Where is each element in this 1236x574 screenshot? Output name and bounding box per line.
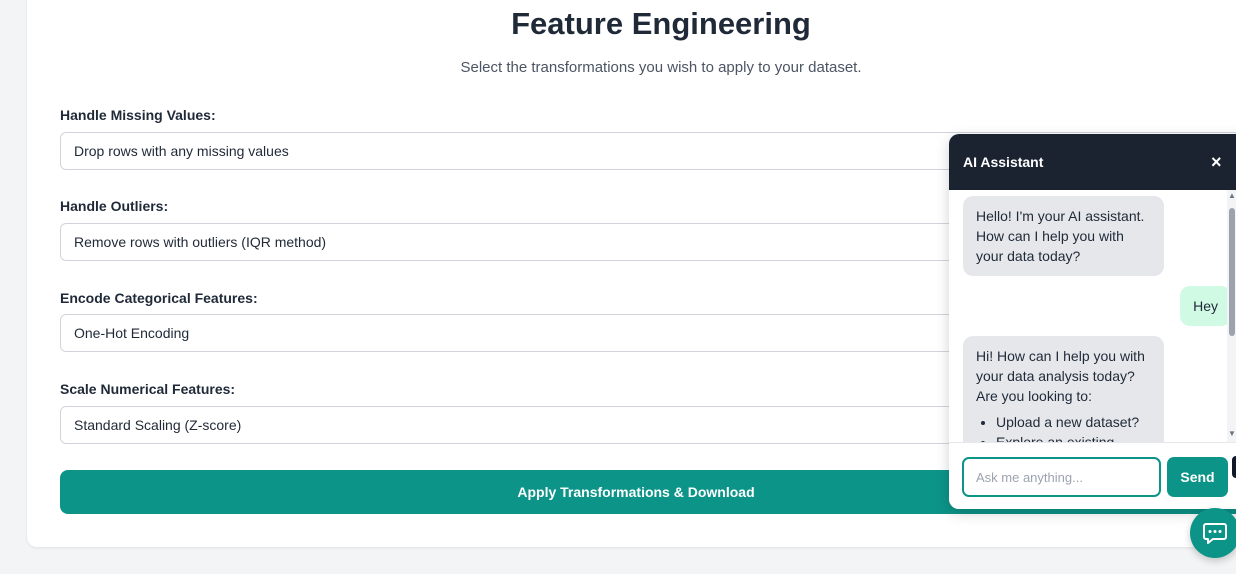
chat-input-area: Send [949, 442, 1236, 509]
ai-assistant-panel: AI Assistant × Hello! I'm your AI assist… [949, 134, 1236, 509]
chat-title: AI Assistant [963, 154, 1044, 170]
page-subtitle: Select the transformations you wish to a… [460, 59, 862, 76]
outliers-label: Handle Outliers: [60, 198, 169, 214]
numerical-scaling-label: Scale Numerical Features: [60, 381, 236, 397]
chat-message-input[interactable] [962, 457, 1161, 497]
list-item: Explore an existing [996, 432, 1151, 442]
page-title: Feature Engineering [511, 6, 811, 41]
categorical-encoding-label: Encode Categorical Features: [60, 290, 258, 306]
assistant-message-text: Hello! I'm your AI assistant. How can I … [976, 208, 1145, 264]
chat-header: AI Assistant × [949, 134, 1236, 190]
scroll-thumb[interactable] [1229, 208, 1235, 336]
user-message-text: Hey [1193, 298, 1218, 314]
assistant-message: Hi! How can I help you with your data an… [963, 336, 1164, 442]
user-message: Hey [1180, 286, 1231, 326]
missing-values-value: Drop rows with any missing values [74, 143, 289, 159]
close-icon[interactable]: × [1211, 152, 1222, 172]
assistant-message: Hello! I'm your AI assistant. How can I … [963, 196, 1164, 276]
scroll-up-icon[interactable]: ▲ [1228, 192, 1236, 200]
chat-bubble-icon [1203, 523, 1227, 544]
assistant-message-text: Hi! How can I help you with your data an… [976, 348, 1145, 404]
chat-scrollbar[interactable]: ▲ ▼ [1227, 190, 1236, 442]
overlay-handle [1232, 456, 1236, 478]
scroll-down-icon[interactable]: ▼ [1228, 430, 1236, 438]
apply-transformations-label: Apply Transformations & Download [517, 484, 755, 500]
send-button[interactable]: Send [1167, 457, 1228, 497]
outliers-value: Remove rows with outliers (IQR method) [74, 234, 327, 250]
categorical-encoding-value: One-Hot Encoding [74, 325, 190, 341]
numerical-scaling-value: Standard Scaling (Z-score) [74, 417, 242, 433]
list-item: Upload a new dataset? [996, 412, 1151, 432]
assistant-message-list: Upload a new dataset? Explore an existin… [976, 412, 1151, 442]
chat-messages: Hello! I'm your AI assistant. How can I … [949, 190, 1236, 442]
missing-values-label: Handle Missing Values: [60, 107, 216, 123]
chat-toggle-button[interactable] [1190, 508, 1236, 558]
